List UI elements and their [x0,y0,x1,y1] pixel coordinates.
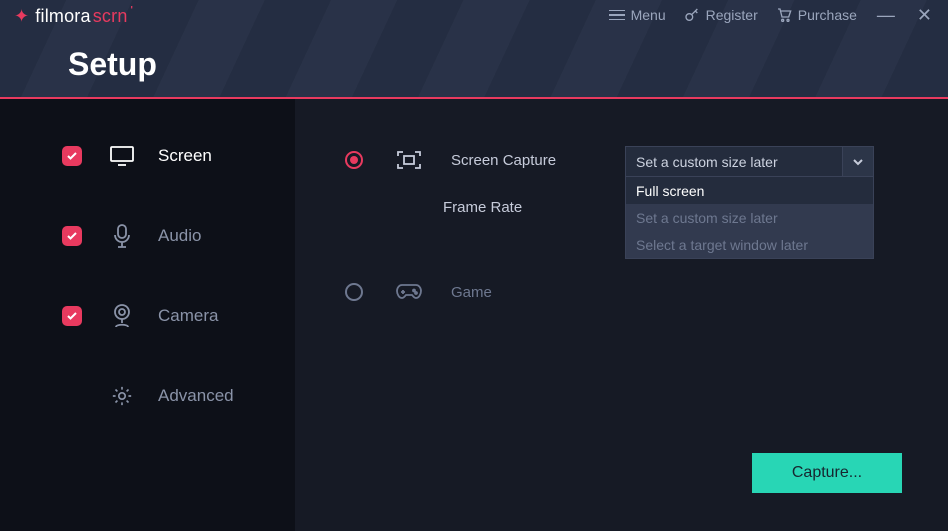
checkbox-screen[interactable] [62,146,82,166]
frame-rate-row: Frame Rate [443,199,522,216]
logo-word-1: filmora [35,6,90,27]
key-icon [684,7,700,23]
main-panel: Screen Capture Frame Rate Game Set a cus… [295,99,948,531]
logo-word-2: scrn [93,6,128,27]
menu-label: Menu [631,7,666,23]
body: Screen Audio Camera [0,99,948,531]
dropdown-option[interactable]: Set a custom size later [626,204,873,231]
logo-reg-mark: ' [131,5,134,16]
sidebar-item-label: Audio [158,226,201,246]
radio-screen-capture[interactable] [345,151,363,169]
cart-icon [776,7,792,23]
purchase-label: Purchase [798,7,857,23]
dropdown-head[interactable]: Set a custom size later [625,146,874,177]
capture-size-dropdown[interactable]: Set a custom size later Full screen Set … [625,146,874,259]
sidebar-item-label: Advanced [158,386,234,406]
dropdown-option[interactable]: Full screen [626,177,873,204]
sidebar-item-camera[interactable]: Camera [0,289,295,343]
dropdown-list: Full screen Set a custom size later Sele… [625,177,874,259]
screen-capture-label: Screen Capture [451,152,556,169]
checkbox-spacer [62,386,82,406]
sidebar-item-advanced[interactable]: Advanced [0,369,295,423]
hamburger-icon [609,10,625,21]
dropdown-toggle[interactable] [842,147,873,176]
app-logo: ✦ filmora scrn ' [14,6,132,27]
gear-icon [110,385,134,407]
checkbox-camera[interactable] [62,306,82,326]
header: ✦ filmora scrn ' Setup Menu Register Pur… [0,0,948,99]
dropdown-selected: Set a custom size later [626,147,842,176]
register-button[interactable]: Register [684,7,758,23]
sidebar-item-audio[interactable]: Audio [0,209,295,263]
camera-icon [110,304,134,328]
radio-game[interactable] [345,283,363,301]
gamepad-icon [395,283,423,301]
capture-button-label: Capture... [792,464,862,482]
dropdown-option[interactable]: Select a target window later [626,231,873,258]
option-game[interactable]: Game [345,283,492,301]
topbar: Menu Register Purchase — ✕ [609,6,934,24]
minimize-button[interactable]: — [875,6,897,24]
capture-button[interactable]: Capture... [752,453,902,493]
chevron-down-icon [852,156,864,168]
purchase-button[interactable]: Purchase [776,7,857,23]
game-label: Game [451,284,492,301]
monitor-icon [110,146,134,166]
checkbox-audio[interactable] [62,226,82,246]
frame-rate-label: Frame Rate [443,199,522,216]
mic-icon [110,224,134,248]
page-title: Setup [68,46,157,83]
sidebar: Screen Audio Camera [0,99,295,531]
sidebar-item-label: Screen [158,146,212,166]
screen-capture-icon [395,151,423,169]
sidebar-item-screen[interactable]: Screen [0,129,295,183]
menu-button[interactable]: Menu [609,7,666,23]
logo-spark-icon: ✦ [14,6,29,27]
option-screen-capture[interactable]: Screen Capture [345,151,556,169]
register-label: Register [706,7,758,23]
close-button[interactable]: ✕ [915,6,934,24]
sidebar-item-label: Camera [158,306,218,326]
